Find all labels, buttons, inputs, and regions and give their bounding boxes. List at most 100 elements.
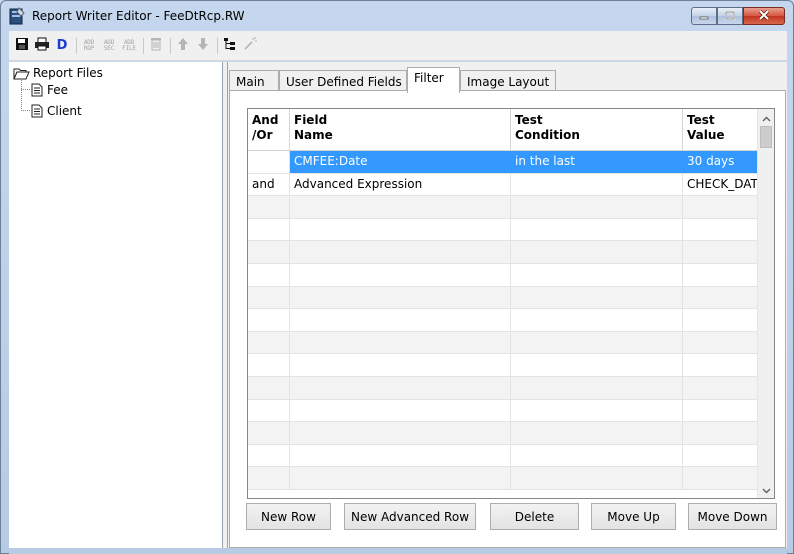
column-header-and-or[interactable]: And /Or	[248, 109, 290, 151]
table-cell[interactable]	[511, 331, 683, 354]
table-cell[interactable]: in the last	[511, 151, 683, 173]
table-cell[interactable]	[290, 354, 511, 376]
table-cell[interactable]	[248, 196, 290, 218]
new-row-button[interactable]: New Row	[246, 503, 331, 530]
scroll-down-arrow[interactable]	[758, 481, 774, 498]
add-rop-button[interactable]: ADD ROP	[80, 35, 98, 57]
table-cell[interactable]	[683, 332, 759, 354]
design-button[interactable]: D	[53, 35, 71, 57]
table-cell[interactable]	[683, 354, 759, 376]
tab-image-layout[interactable]: Image Layout	[460, 70, 556, 92]
minimize-button[interactable]	[691, 7, 717, 25]
table-cell[interactable]	[248, 376, 290, 399]
table-cell[interactable]	[248, 263, 290, 286]
table-cell[interactable]	[683, 287, 759, 309]
tab-filter[interactable]: Filter	[407, 67, 460, 93]
column-header-test-value[interactable]: Test Value	[683, 109, 759, 151]
table-cell[interactable]	[683, 377, 759, 399]
table-cell[interactable]	[683, 445, 759, 467]
table-cell[interactable]	[511, 422, 683, 444]
column-header-test-condition[interactable]: Test Condition	[511, 109, 683, 151]
new-advanced-row-button[interactable]: New Advanced Row	[344, 503, 476, 530]
move-up-row-button[interactable]: Move Up	[591, 503, 676, 530]
table-cell[interactable]	[290, 241, 511, 263]
table-cell[interactable]	[290, 376, 511, 399]
table-cell[interactable]	[248, 467, 290, 489]
table-cell[interactable]	[511, 444, 683, 467]
table-cell[interactable]	[511, 263, 683, 286]
table-cell[interactable]	[511, 399, 683, 422]
scroll-thumb[interactable]	[760, 126, 772, 148]
pane-splitter[interactable]	[223, 62, 228, 548]
table-cell[interactable]	[683, 400, 759, 422]
filter-grid[interactable]: And /Or Field Name Test Condition Test V…	[247, 108, 775, 499]
empty-table-row[interactable]	[248, 399, 759, 423]
empty-table-row[interactable]	[248, 286, 759, 310]
empty-table-row[interactable]	[248, 354, 759, 377]
table-cell[interactable]	[683, 309, 759, 331]
move-down-button[interactable]	[194, 35, 212, 57]
maximize-button[interactable]	[717, 7, 743, 25]
add-file-button[interactable]: ADD FILE	[120, 35, 138, 57]
table-cell[interactable]: Advanced Expression	[290, 173, 511, 196]
table-cell[interactable]: 30 days	[683, 151, 759, 173]
report-files-tree[interactable]: Report Files Fee Client	[9, 62, 223, 548]
empty-table-row[interactable]	[248, 309, 759, 332]
table-cell[interactable]	[248, 309, 290, 331]
delete-row-button[interactable]: Delete	[490, 503, 579, 530]
tree-item-fee[interactable]: Fee	[31, 82, 68, 98]
table-cell[interactable]	[290, 196, 511, 218]
empty-table-row[interactable]	[248, 218, 759, 242]
move-down-row-button[interactable]: Move Down	[688, 503, 777, 530]
table-cell[interactable]	[248, 422, 290, 444]
table-cell[interactable]	[248, 331, 290, 354]
table-cell[interactable]	[248, 151, 290, 173]
tab-user-defined-fields[interactable]: User Defined Fields	[279, 70, 407, 92]
save-button[interactable]	[13, 35, 31, 57]
table-cell[interactable]	[511, 467, 683, 489]
empty-table-row[interactable]	[248, 241, 759, 264]
title-bar[interactable]: Report Writer Editor - FeeDtRcp.RW	[1, 1, 793, 31]
grid-vertical-scrollbar[interactable]	[757, 109, 774, 498]
table-cell[interactable]	[511, 354, 683, 376]
empty-table-row[interactable]	[248, 467, 759, 490]
table-cell[interactable]	[511, 309, 683, 331]
empty-table-row[interactable]	[248, 263, 759, 287]
table-cell[interactable]	[511, 218, 683, 241]
table-cell[interactable]	[511, 173, 683, 196]
table-cell[interactable]	[290, 218, 511, 241]
empty-table-row[interactable]	[248, 422, 759, 445]
tree-item-client[interactable]: Client	[31, 103, 82, 119]
print-button[interactable]	[33, 35, 51, 57]
table-cell[interactable]	[248, 286, 290, 309]
table-cell[interactable]	[683, 422, 759, 444]
table-cell[interactable]	[511, 376, 683, 399]
tree-view-button[interactable]	[221, 35, 239, 57]
table-cell[interactable]	[511, 286, 683, 309]
table-cell[interactable]: CMFEE:Date	[290, 151, 511, 173]
table-cell[interactable]	[290, 444, 511, 467]
empty-table-row[interactable]	[248, 331, 759, 355]
table-cell[interactable]	[290, 399, 511, 422]
table-cell[interactable]	[290, 331, 511, 354]
table-cell[interactable]	[290, 286, 511, 309]
table-cell[interactable]	[683, 196, 759, 218]
table-row[interactable]: and Advanced Expression CHECK_DAT	[248, 173, 759, 197]
table-cell[interactable]	[290, 422, 511, 444]
table-cell[interactable]	[683, 241, 759, 263]
table-cell[interactable]: CHECK_DAT	[683, 174, 759, 196]
table-cell[interactable]	[248, 241, 290, 263]
table-cell[interactable]	[248, 354, 290, 376]
empty-table-row[interactable]	[248, 196, 759, 219]
empty-table-row[interactable]	[248, 376, 759, 400]
table-cell[interactable]	[248, 218, 290, 241]
table-cell[interactable]	[511, 196, 683, 218]
column-header-field-name[interactable]: Field Name	[290, 109, 511, 151]
tab-main[interactable]: Main	[229, 70, 279, 92]
wizard-button[interactable]	[241, 35, 259, 57]
table-cell[interactable]	[683, 264, 759, 286]
table-cell[interactable]	[290, 309, 511, 331]
table-cell[interactable]	[248, 399, 290, 422]
table-row[interactable]: CMFEE:Date in the last 30 days	[248, 151, 759, 174]
move-up-button[interactable]	[174, 35, 192, 57]
